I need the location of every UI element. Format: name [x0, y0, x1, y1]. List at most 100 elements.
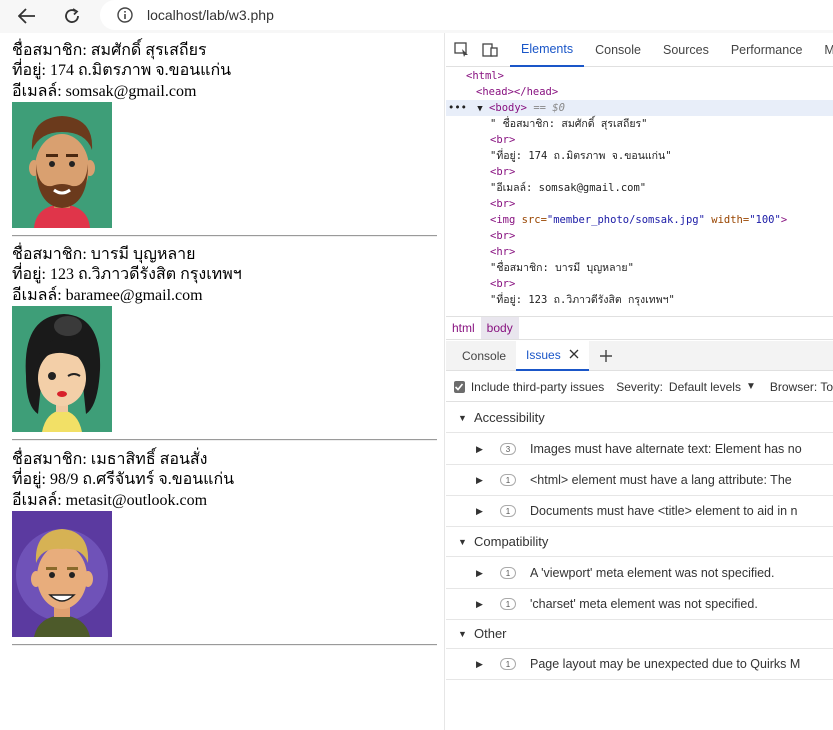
more-dots-icon[interactable]: •••: [448, 102, 467, 114]
issue-row[interactable]: ▶ 1 Page layout may be unexpected due to…: [446, 649, 833, 680]
dom-tag: <body>: [489, 102, 527, 114]
dom-node-selected[interactable]: ••• ▼ <body> == $0: [446, 100, 833, 116]
issue-text: A 'viewport' meta element was not specif…: [530, 566, 775, 580]
issue-count-badge: 1: [500, 505, 516, 517]
dom-text-node[interactable]: "ที่อยู่: 174 ถ.มิตรภาพ จ.ขอนแก่น": [490, 148, 672, 164]
member-address: ที่อยู่: 98/9 ถ.ศรีจันทร์ จ.ขอนแก่น: [12, 471, 235, 489]
expand-triangle-icon[interactable]: ▶: [476, 506, 486, 517]
blond-man-avatar: [12, 511, 112, 638]
dom-selected-marker: == $0: [533, 102, 565, 114]
dom-node[interactable]: <br>: [490, 276, 515, 292]
dom-text-node[interactable]: "ที่อยู่: 123 ถ.วิภาวดีรังสิต กรุงเทพฯ": [490, 292, 675, 308]
issue-group-title: Compatibility: [474, 534, 549, 549]
third-party-checkbox[interactable]: [454, 380, 465, 393]
issue-row[interactable]: ▶ 1 A 'viewport' meta element was not sp…: [446, 558, 833, 589]
dom-tag: <hr>: [490, 246, 516, 258]
issue-text: Documents must have <title> element to a…: [530, 504, 798, 518]
dom-node[interactable]: <html>: [466, 68, 504, 84]
info-icon[interactable]: [116, 6, 134, 24]
dom-attr-name: src=: [515, 214, 547, 226]
dom-tree[interactable]: <html> <head></head> ••• ▼ <body> == $0 …: [446, 68, 833, 348]
expand-triangle-icon[interactable]: ▼: [477, 104, 482, 114]
issue-text: 'charset' meta element was not specified…: [530, 597, 758, 611]
reload-icon[interactable]: [59, 3, 85, 29]
issue-group-accessibility[interactable]: ▼ Accessibility: [446, 403, 833, 433]
dom-attr-value[interactable]: "100": [749, 214, 781, 226]
dom-tag: <html>: [466, 70, 504, 82]
issue-row[interactable]: ▶ 1 'charset' meta element was not speci…: [446, 589, 833, 620]
address-bar[interactable]: localhost/lab/w3.php: [100, 0, 833, 30]
expand-triangle-icon[interactable]: ▶: [476, 475, 486, 486]
third-party-label: Include third-party issues: [470, 379, 605, 394]
drawer-tab-console[interactable]: Console: [452, 341, 516, 371]
drawer-tabbar: Console Issues: [446, 340, 833, 371]
member-name: ชื่อสมาชิก: เมธาสิทธิ์ สอนสั่ง: [12, 451, 208, 468]
expand-triangle-icon[interactable]: ▶: [476, 599, 486, 610]
issue-row[interactable]: ▶ 1 Documents must have <title> element …: [446, 496, 833, 527]
dom-tag: <head></head>: [476, 86, 559, 98]
url-text[interactable]: localhost/lab/w3.php: [147, 7, 274, 23]
tab-sources[interactable]: Sources: [652, 33, 720, 67]
browser-filter-label[interactable]: Browser: To: [770, 380, 833, 394]
issues-filter-bar: Include third-party issues Severity: Def…: [446, 372, 833, 402]
issue-count-badge: 1: [500, 658, 516, 670]
close-icon[interactable]: [569, 348, 579, 362]
severity-select[interactable]: Default levels: [669, 380, 741, 394]
dom-node[interactable]: <head></head>: [476, 84, 558, 100]
back-arrow-icon[interactable]: [14, 3, 40, 29]
issue-text: <html> element must have a lang attribut…: [530, 473, 792, 487]
member-address: ที่อยู่: 174 ถ.มิตรภาพ จ.ขอนแก่น: [12, 62, 232, 80]
tab-more[interactable]: Me: [813, 33, 833, 67]
tab-elements[interactable]: Elements: [510, 33, 585, 67]
collapse-triangle-icon[interactable]: ▼: [458, 537, 468, 547]
divider: [12, 439, 437, 441]
member-record: ชื่อสมาชิก: บารมี บุญหลาย ที่อยู่: 123 ถ…: [12, 245, 437, 433]
drawer-tab-issues[interactable]: Issues: [516, 340, 589, 371]
member-email: อีเมลล์: metasit@outlook.com: [12, 491, 208, 509]
collapse-triangle-icon[interactable]: ▼: [458, 629, 468, 639]
collapse-triangle-icon[interactable]: ▼: [458, 413, 468, 423]
member-record: ชื่อสมาชิก: สมศักดิ์ สุรเสถียร ที่อยู่: …: [12, 41, 437, 229]
issue-group-title: Accessibility: [474, 410, 545, 425]
dom-node[interactable]: <br>: [490, 132, 515, 148]
dom-node[interactable]: <br>: [490, 164, 515, 180]
device-toolbar-icon[interactable]: [482, 40, 498, 60]
chevron-down-icon[interactable]: ▼: [746, 381, 756, 392]
dom-node[interactable]: <br>: [490, 228, 515, 244]
issue-text: Images must have alternate text: Element…: [530, 442, 802, 456]
issue-count-badge: 3: [500, 443, 516, 455]
dom-text-node[interactable]: "ชื่อสมาชิก: บารมี บุญหลาย": [490, 260, 634, 276]
add-tab-icon[interactable]: [599, 349, 613, 363]
inspect-element-icon[interactable]: [454, 40, 470, 60]
tab-performance[interactable]: Performance: [720, 33, 814, 67]
dom-text-node[interactable]: " ชื่อสมาชิก: สมศักดิ์ สุรเสถียร": [490, 116, 647, 132]
dom-node[interactable]: <hr>: [490, 244, 515, 260]
dom-node[interactable]: <img src="member_photo/somsak.jpg" width…: [490, 212, 787, 228]
dom-attr-value[interactable]: "member_photo/somsak.jpg": [547, 214, 705, 226]
dom-tag: <br>: [490, 230, 516, 242]
member-address: ที่อยู่: 123 ถ.วิภาวดีรังสิต กรุงเทพฯ: [12, 266, 242, 284]
member-email: อีเมลล์: somsak@gmail.com: [12, 82, 197, 100]
dom-node[interactable]: <br>: [490, 196, 515, 212]
dom-tag: <br>: [490, 198, 516, 210]
expand-triangle-icon[interactable]: ▶: [476, 444, 486, 455]
breadcrumb-html[interactable]: html: [446, 317, 481, 339]
browser-toolbar: localhost/lab/w3.php: [0, 0, 833, 33]
dom-tag: <img: [490, 214, 516, 226]
woman-avatar: [12, 306, 112, 433]
tab-console[interactable]: Console: [584, 33, 652, 67]
expand-triangle-icon[interactable]: ▶: [476, 568, 486, 579]
devtools-tabbar: Elements Console Sources Performance Me: [446, 33, 833, 67]
expand-triangle-icon[interactable]: ▶: [476, 659, 486, 670]
issue-row[interactable]: ▶ 3 Images must have alternate text: Ele…: [446, 434, 833, 465]
issue-group-compatibility[interactable]: ▼ Compatibility: [446, 527, 833, 557]
issue-row[interactable]: ▶ 1 <html> element must have a lang attr…: [446, 465, 833, 496]
severity-label: Severity:: [616, 379, 663, 394]
issue-text: Page layout may be unexpected due to Qui…: [530, 657, 801, 671]
page-viewport: ชื่อสมาชิก: สมศักดิ์ สุรเสถียร ที่อยู่: …: [4, 33, 445, 730]
dom-tag: <br>: [490, 278, 516, 290]
issue-group-other[interactable]: ▼ Other: [446, 619, 833, 649]
breadcrumb-body[interactable]: body: [480, 317, 519, 339]
dom-text-node[interactable]: "อีเมลล์: somsak@gmail.com": [490, 180, 646, 196]
member-name: ชื่อสมาชิก: สมศักดิ์ สุรเสถียร: [12, 42, 207, 59]
